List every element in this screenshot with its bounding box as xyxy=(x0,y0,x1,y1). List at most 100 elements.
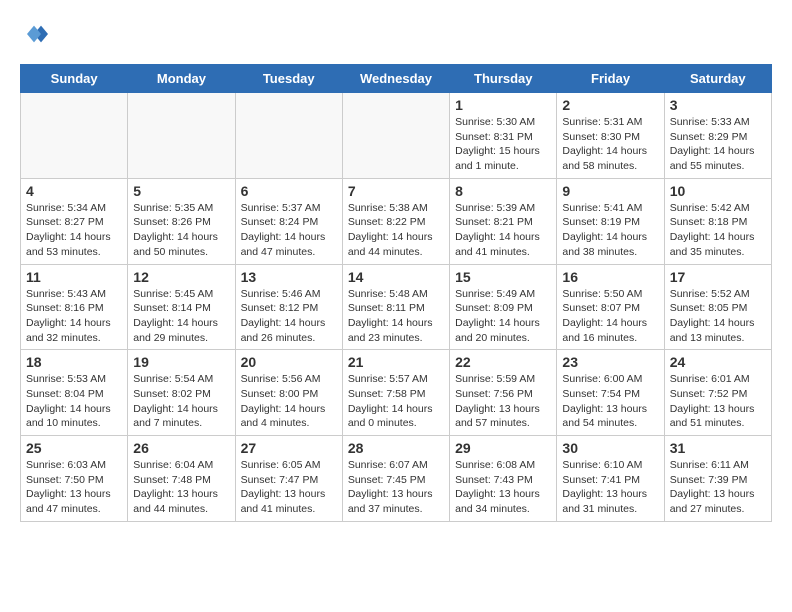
day-number: 21 xyxy=(348,354,444,370)
page-header xyxy=(20,20,772,48)
day-number: 13 xyxy=(241,269,337,285)
day-info: Sunrise: 6:11 AM Sunset: 7:39 PM Dayligh… xyxy=(670,458,766,517)
calendar-cell: 19 Sunrise: 5:54 AM Sunset: 8:02 PM Dayli… xyxy=(128,350,235,436)
calendar-cell: 18 Sunrise: 5:53 AM Sunset: 8:04 PM Dayli… xyxy=(21,350,128,436)
calendar-cell: 4 Sunrise: 5:34 AM Sunset: 8:27 PM Daylig… xyxy=(21,178,128,264)
day-number: 6 xyxy=(241,183,337,199)
day-number: 15 xyxy=(455,269,551,285)
calendar-cell: 2 Sunrise: 5:31 AM Sunset: 8:30 PM Daylig… xyxy=(557,93,664,179)
day-info: Sunrise: 6:03 AM Sunset: 7:50 PM Dayligh… xyxy=(26,458,122,517)
day-number: 5 xyxy=(133,183,229,199)
day-info: Sunrise: 5:31 AM Sunset: 8:30 PM Dayligh… xyxy=(562,115,658,174)
day-number: 19 xyxy=(133,354,229,370)
day-info: Sunrise: 5:34 AM Sunset: 8:27 PM Dayligh… xyxy=(26,201,122,260)
day-info: Sunrise: 6:07 AM Sunset: 7:45 PM Dayligh… xyxy=(348,458,444,517)
day-info: Sunrise: 5:45 AM Sunset: 8:14 PM Dayligh… xyxy=(133,287,229,346)
day-number: 24 xyxy=(670,354,766,370)
day-info: Sunrise: 6:10 AM Sunset: 7:41 PM Dayligh… xyxy=(562,458,658,517)
day-info: Sunrise: 5:54 AM Sunset: 8:02 PM Dayligh… xyxy=(133,372,229,431)
logo-icon xyxy=(20,20,48,48)
day-number: 4 xyxy=(26,183,122,199)
calendar-cell: 17 Sunrise: 5:52 AM Sunset: 8:05 PM Dayli… xyxy=(664,264,771,350)
calendar-cell: 31Sunrise: 6:11 AM Sunset: 7:39 PM Dayli… xyxy=(664,436,771,522)
day-number: 20 xyxy=(241,354,337,370)
day-info: Sunrise: 5:49 AM Sunset: 8:09 PM Dayligh… xyxy=(455,287,551,346)
day-number: 17 xyxy=(670,269,766,285)
week-row-3: 11 Sunrise: 5:43 AM Sunset: 8:16 PM Dayli… xyxy=(21,264,772,350)
day-info: Sunrise: 5:42 AM Sunset: 8:18 PM Dayligh… xyxy=(670,201,766,260)
day-info: Sunrise: 5:56 AM Sunset: 8:00 PM Dayligh… xyxy=(241,372,337,431)
day-number: 22 xyxy=(455,354,551,370)
day-info: Sunrise: 6:04 AM Sunset: 7:48 PM Dayligh… xyxy=(133,458,229,517)
day-info: Sunrise: 5:33 AM Sunset: 8:29 PM Dayligh… xyxy=(670,115,766,174)
weekday-header-saturday: Saturday xyxy=(664,65,771,93)
calendar-cell: 6 Sunrise: 5:37 AM Sunset: 8:24 PM Daylig… xyxy=(235,178,342,264)
weekday-header-friday: Friday xyxy=(557,65,664,93)
calendar-cell: 3Sunrise: 5:33 AM Sunset: 8:29 PM Daylig… xyxy=(664,93,771,179)
day-number: 16 xyxy=(562,269,658,285)
calendar-cell: 23 Sunrise: 6:00 AM Sunset: 7:54 PM Dayli… xyxy=(557,350,664,436)
day-info: Sunrise: 5:37 AM Sunset: 8:24 PM Dayligh… xyxy=(241,201,337,260)
day-info: Sunrise: 5:35 AM Sunset: 8:26 PM Dayligh… xyxy=(133,201,229,260)
calendar-cell: 16 Sunrise: 5:50 AM Sunset: 8:07 PM Dayli… xyxy=(557,264,664,350)
day-info: Sunrise: 5:38 AM Sunset: 8:22 PM Dayligh… xyxy=(348,201,444,260)
calendar-cell: 14 Sunrise: 5:48 AM Sunset: 8:11 PM Dayli… xyxy=(342,264,449,350)
day-number: 8 xyxy=(455,183,551,199)
day-number: 29 xyxy=(455,440,551,456)
day-number: 18 xyxy=(26,354,122,370)
day-info: Sunrise: 6:00 AM Sunset: 7:54 PM Dayligh… xyxy=(562,372,658,431)
calendar-cell: 7 Sunrise: 5:38 AM Sunset: 8:22 PM Daylig… xyxy=(342,178,449,264)
day-number: 11 xyxy=(26,269,122,285)
day-number: 10 xyxy=(670,183,766,199)
weekday-header-tuesday: Tuesday xyxy=(235,65,342,93)
day-number: 26 xyxy=(133,440,229,456)
day-number: 14 xyxy=(348,269,444,285)
calendar-cell: 5 Sunrise: 5:35 AM Sunset: 8:26 PM Daylig… xyxy=(128,178,235,264)
week-row-1: 1 Sunrise: 5:30 AM Sunset: 8:31 PM Daylig… xyxy=(21,93,772,179)
day-info: Sunrise: 5:57 AM Sunset: 7:58 PM Dayligh… xyxy=(348,372,444,431)
calendar-cell: 22Sunrise: 5:59 AM Sunset: 7:56 PM Dayli… xyxy=(450,350,557,436)
calendar-cell: 25 Sunrise: 6:03 AM Sunset: 7:50 PM Dayli… xyxy=(21,436,128,522)
day-number: 23 xyxy=(562,354,658,370)
day-number: 27 xyxy=(241,440,337,456)
calendar-cell: 12 Sunrise: 5:45 AM Sunset: 8:14 PM Dayli… xyxy=(128,264,235,350)
week-row-5: 25 Sunrise: 6:03 AM Sunset: 7:50 PM Dayli… xyxy=(21,436,772,522)
day-info: Sunrise: 5:41 AM Sunset: 8:19 PM Dayligh… xyxy=(562,201,658,260)
day-info: Sunrise: 6:05 AM Sunset: 7:47 PM Dayligh… xyxy=(241,458,337,517)
day-info: Sunrise: 6:01 AM Sunset: 7:52 PM Dayligh… xyxy=(670,372,766,431)
calendar-cell xyxy=(21,93,128,179)
calendar-cell: 8 Sunrise: 5:39 AM Sunset: 8:21 PM Daylig… xyxy=(450,178,557,264)
calendar-cell xyxy=(235,93,342,179)
day-number: 1 xyxy=(455,97,551,113)
calendar-cell: 21 Sunrise: 5:57 AM Sunset: 7:58 PM Dayli… xyxy=(342,350,449,436)
day-info: Sunrise: 5:50 AM Sunset: 8:07 PM Dayligh… xyxy=(562,287,658,346)
day-info: Sunrise: 6:08 AM Sunset: 7:43 PM Dayligh… xyxy=(455,458,551,517)
day-number: 12 xyxy=(133,269,229,285)
calendar-cell xyxy=(342,93,449,179)
week-row-4: 18 Sunrise: 5:53 AM Sunset: 8:04 PM Dayli… xyxy=(21,350,772,436)
weekday-header-sunday: Sunday xyxy=(21,65,128,93)
day-number: 25 xyxy=(26,440,122,456)
calendar-cell: 29 Sunrise: 6:08 AM Sunset: 7:43 PM Dayli… xyxy=(450,436,557,522)
day-info: Sunrise: 5:39 AM Sunset: 8:21 PM Dayligh… xyxy=(455,201,551,260)
calendar-cell: 15 Sunrise: 5:49 AM Sunset: 8:09 PM Dayli… xyxy=(450,264,557,350)
day-info: Sunrise: 5:43 AM Sunset: 8:16 PM Dayligh… xyxy=(26,287,122,346)
weekday-header-monday: Monday xyxy=(128,65,235,93)
calendar-table: SundayMondayTuesdayWednesdayThursdayFrid… xyxy=(20,64,772,522)
day-info: Sunrise: 5:48 AM Sunset: 8:11 PM Dayligh… xyxy=(348,287,444,346)
calendar-cell: 28 Sunrise: 6:07 AM Sunset: 7:45 PM Dayli… xyxy=(342,436,449,522)
day-info: Sunrise: 5:52 AM Sunset: 8:05 PM Dayligh… xyxy=(670,287,766,346)
week-row-2: 4 Sunrise: 5:34 AM Sunset: 8:27 PM Daylig… xyxy=(21,178,772,264)
calendar-cell: 1 Sunrise: 5:30 AM Sunset: 8:31 PM Daylig… xyxy=(450,93,557,179)
calendar-cell xyxy=(128,93,235,179)
day-number: 2 xyxy=(562,97,658,113)
day-info: Sunrise: 5:53 AM Sunset: 8:04 PM Dayligh… xyxy=(26,372,122,431)
day-number: 28 xyxy=(348,440,444,456)
day-number: 7 xyxy=(348,183,444,199)
calendar-cell: 9 Sunrise: 5:41 AM Sunset: 8:19 PM Daylig… xyxy=(557,178,664,264)
calendar-cell: 11 Sunrise: 5:43 AM Sunset: 8:16 PM Dayli… xyxy=(21,264,128,350)
calendar-cell: 27 Sunrise: 6:05 AM Sunset: 7:47 PM Dayli… xyxy=(235,436,342,522)
day-number: 9 xyxy=(562,183,658,199)
day-info: Sunrise: 5:30 AM Sunset: 8:31 PM Dayligh… xyxy=(455,115,551,174)
calendar-cell: 26 Sunrise: 6:04 AM Sunset: 7:48 PM Dayli… xyxy=(128,436,235,522)
